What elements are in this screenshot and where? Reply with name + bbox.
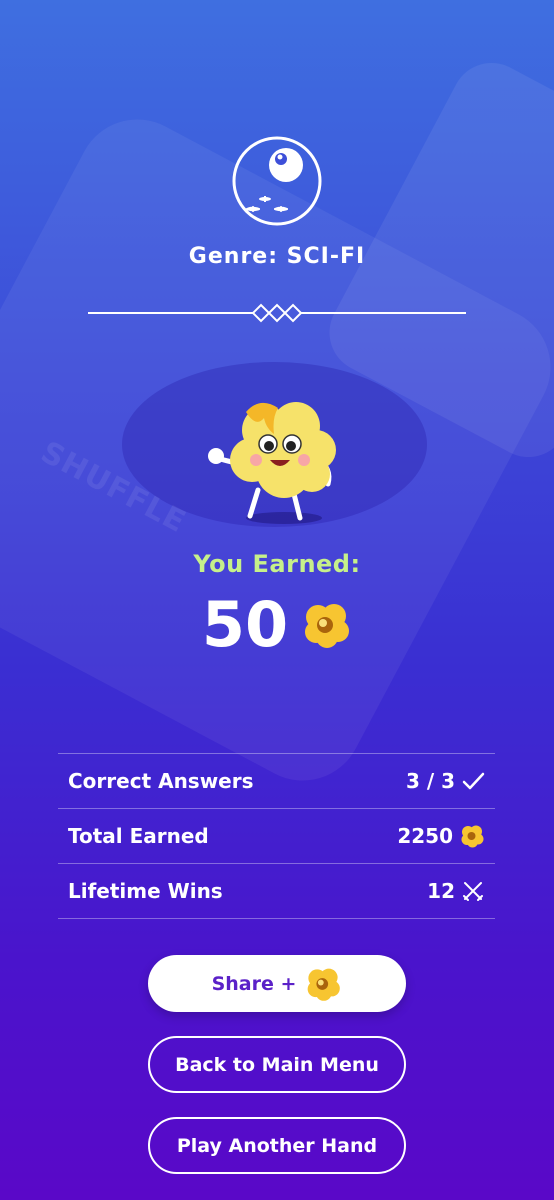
genre-title: Genre: SCI-FI <box>188 244 366 269</box>
ornament-divider <box>88 303 466 323</box>
stat-label: Lifetime Wins <box>68 879 223 903</box>
stat-label: Total Earned <box>68 824 209 848</box>
check-icon <box>462 772 485 790</box>
popcorn-mascot <box>208 402 336 524</box>
popcorn-coin-icon <box>461 825 484 848</box>
stat-row-lifetime-wins: Lifetime Wins 12 <box>58 864 495 919</box>
share-button-label: Share + <box>211 972 297 995</box>
planet-ufo-icon <box>232 136 322 226</box>
stat-label: Correct Answers <box>68 769 254 793</box>
back-to-main-menu-button[interactable]: Back to Main Menu <box>148 1036 406 1093</box>
play-another-hand-button[interactable]: Play Another Hand <box>148 1117 406 1174</box>
earned-amount-row: 50 <box>0 588 554 662</box>
earned-label: You Earned: <box>193 550 361 578</box>
background-watermark: SHUFFLE <box>35 434 192 541</box>
popcorn-coin-icon <box>308 968 341 1001</box>
crossed-swords-icon <box>463 882 483 901</box>
stat-row-correct-answers: Correct Answers 3 / 3 <box>58 754 495 809</box>
stat-value-text: 12 <box>427 879 455 903</box>
earned-amount: 50 <box>201 588 289 661</box>
stat-value: 3 / 3 <box>406 769 485 793</box>
popcorn-coin-icon <box>305 604 350 648</box>
stats-table: Correct Answers 3 / 3 Total Earned 2250 … <box>58 753 495 919</box>
stat-value: 2250 <box>397 823 485 849</box>
stat-value-text: 3 / 3 <box>405 769 455 793</box>
stat-value-text: 2250 <box>397 824 453 848</box>
share-button[interactable]: Share + <box>148 955 406 1012</box>
stat-row-total-earned: Total Earned 2250 <box>58 809 495 864</box>
stat-value: 12 <box>427 879 485 903</box>
